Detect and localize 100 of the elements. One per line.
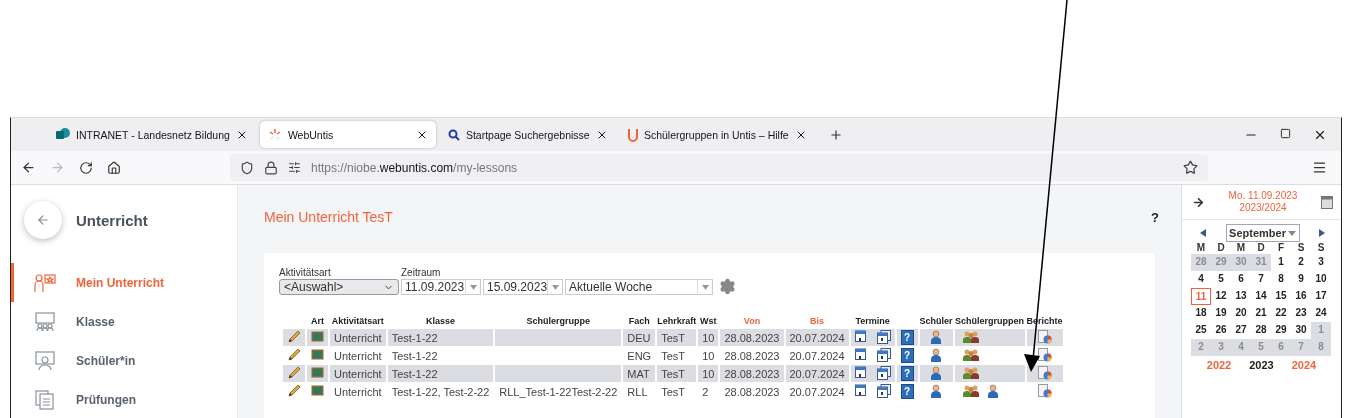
weekday-label: F xyxy=(1276,242,1286,254)
browser-tab[interactable]: INTRANET - Landesnetz Bildung xyxy=(48,121,256,148)
column-header: Klasse xyxy=(425,315,456,328)
year-link[interactable]: 2023 xyxy=(1249,359,1274,371)
table-cell: Unterricht xyxy=(330,365,386,382)
table-cell: 10 xyxy=(698,329,719,346)
column-header: Lehrkraft xyxy=(657,315,697,328)
u-logo-icon xyxy=(627,127,638,142)
column-header: Wst xyxy=(699,315,718,328)
help-button[interactable]: ? xyxy=(900,330,914,345)
column-header: Art xyxy=(310,315,325,328)
column-header: Bis xyxy=(809,315,826,328)
table-cell: 28.08.2023 xyxy=(720,329,784,346)
column-header: Schülergruppen xyxy=(954,315,1025,328)
calendars-icon[interactable] xyxy=(876,329,891,344)
blackboard-icon xyxy=(311,385,324,396)
current-date: Mo. 11.09.2023 xyxy=(1228,190,1298,202)
home-icon[interactable] xyxy=(107,160,121,175)
blackboard-icon xyxy=(311,331,324,342)
back-icon[interactable] xyxy=(21,160,36,175)
sidebar-item[interactable]: Prüfungen xyxy=(11,380,237,418)
table-cell: Test-1-22 xyxy=(387,329,494,346)
pencil-icon[interactable] xyxy=(287,365,301,380)
date-field[interactable]: 11.09.2023 xyxy=(401,279,481,295)
date-field[interactable]: 15.09.2023 xyxy=(483,279,563,295)
permissions-icon xyxy=(288,161,301,174)
table-cell: TesT xyxy=(657,329,697,346)
student-icon[interactable] xyxy=(930,383,943,398)
dropdown-arrow-icon[interactable] xyxy=(469,284,477,290)
browser-tab[interactable]: Startpage Suchergebnisse xyxy=(439,121,616,148)
student-icon[interactable] xyxy=(930,347,943,362)
sidebar-item[interactable]: Schüler*in xyxy=(11,341,237,380)
group-icon[interactable] xyxy=(962,384,979,397)
activity-select[interactable]: <Auswahl> xyxy=(279,279,399,295)
group-icon[interactable] xyxy=(962,348,979,361)
student-icon[interactable] xyxy=(930,365,943,380)
column-header: Schüler xyxy=(919,315,953,328)
teacher-board-icon xyxy=(34,272,56,293)
new-tab-icon[interactable] xyxy=(828,127,843,142)
calendar-icon[interactable] xyxy=(854,347,869,362)
classroom-icon xyxy=(34,311,56,332)
address-bar[interactable]: https://niobe.webuntis.com/my-lessons xyxy=(230,154,1208,181)
help-button[interactable]: ? xyxy=(900,366,914,381)
spark-icon xyxy=(267,127,282,142)
pencil-icon[interactable] xyxy=(287,329,301,344)
browser-tab[interactable]: Schülergruppen in Untis – Hilfe xyxy=(619,121,815,148)
calendars-icon[interactable] xyxy=(876,365,891,380)
calendar-icon[interactable] xyxy=(854,329,869,344)
url-text: https://niobe.webuntis.com/my-lessons xyxy=(311,160,518,175)
reload-icon[interactable] xyxy=(79,160,93,175)
column-header: Termine xyxy=(854,315,891,328)
column-header: Von xyxy=(742,315,762,328)
help-button[interactable]: ? xyxy=(900,348,914,363)
calendars-icon[interactable] xyxy=(876,383,891,398)
pencil-icon[interactable] xyxy=(287,347,301,362)
sidebar-item[interactable]: Klasse xyxy=(11,302,237,341)
dropdown-arrow-icon[interactable] xyxy=(701,284,709,290)
month-select[interactable]: September xyxy=(1225,224,1300,242)
period-select[interactable]: Aktuelle Woche xyxy=(565,279,713,295)
pencil-icon[interactable] xyxy=(287,383,301,398)
settings-icon[interactable] xyxy=(719,278,736,295)
calendar-icon[interactable] xyxy=(854,383,869,398)
browser-tab[interactable]: WebUntis xyxy=(259,121,436,148)
table-cell: 20.07.2024 xyxy=(785,365,849,382)
calendar-icon[interactable] xyxy=(854,365,869,380)
table-cell: Test-1-22 xyxy=(387,365,494,382)
arrow-icon[interactable] xyxy=(1192,195,1205,209)
next-icon[interactable] xyxy=(1319,229,1325,237)
shield-icon xyxy=(240,160,254,175)
column-header: Aktivitätsart xyxy=(330,315,385,328)
dropdown-arrow-icon xyxy=(1287,230,1296,236)
column-header: Schülergruppe xyxy=(525,315,592,328)
student-icon[interactable] xyxy=(930,329,943,344)
table-cell: DEU xyxy=(623,329,656,346)
help-button[interactable]: ? xyxy=(1151,209,1159,225)
bookmark-star-icon[interactable] xyxy=(1183,160,1198,175)
table-cell: TesT xyxy=(657,365,697,382)
section-title: Unterricht xyxy=(76,211,148,229)
student-icon[interactable] xyxy=(986,384,999,398)
weekday-label: S xyxy=(1296,242,1306,254)
search-icon xyxy=(447,128,460,141)
field-label: Aktivitätsart xyxy=(279,267,332,278)
previous-icon[interactable] xyxy=(1200,229,1206,237)
group-icon[interactable] xyxy=(962,330,979,343)
dropdown-arrow-icon[interactable] xyxy=(551,284,559,290)
group-icon[interactable] xyxy=(962,366,979,379)
maximize-icon[interactable] xyxy=(1280,127,1291,139)
weekday-label: S xyxy=(1316,242,1326,254)
weekday-label: D xyxy=(1256,242,1266,254)
help-button[interactable]: ? xyxy=(900,384,914,399)
table-cell: 28.08.2023 xyxy=(720,365,784,382)
report-icon[interactable] xyxy=(1037,347,1052,362)
table-cell: 20.07.2024 xyxy=(785,329,849,346)
calendars-icon[interactable] xyxy=(876,347,891,362)
blackboard-icon xyxy=(311,349,324,360)
table-cell: MAT xyxy=(623,365,656,382)
page-title: Mein Unterricht TesT xyxy=(264,209,393,225)
table-cell: 10 xyxy=(698,365,719,382)
sharepoint-icon xyxy=(56,127,70,142)
menu-icon[interactable] xyxy=(1312,160,1327,175)
